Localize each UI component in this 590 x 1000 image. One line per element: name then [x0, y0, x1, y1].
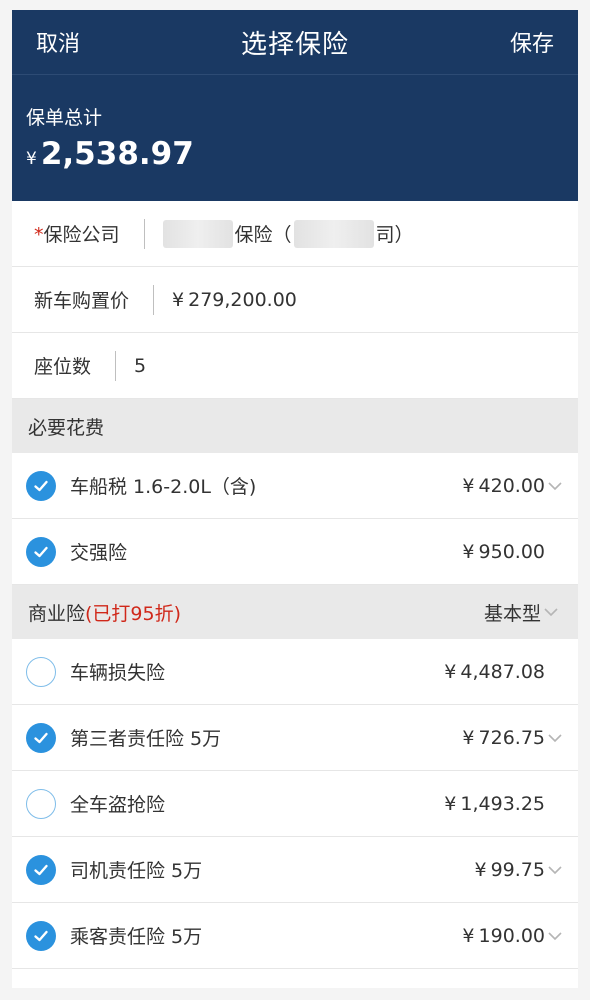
check-circle-icon[interactable] — [26, 536, 56, 567]
save-button[interactable]: 保存 — [510, 26, 554, 58]
commercial-insurance-label: 商业险 — [28, 602, 86, 625]
commercial-insurance-title: 商业险(已打95折) — [28, 599, 181, 626]
chevron-down-icon[interactable] — [546, 477, 564, 495]
insurance-item-price: ¥726.75 — [462, 727, 545, 749]
field-divider — [143, 218, 145, 249]
new-car-price-value[interactable]: ¥279,200.00 — [172, 289, 297, 311]
insurance-item[interactable]: 司机责任险 5万 ¥99.75 — [12, 837, 578, 903]
insurance-item-amount: 190.00 — [478, 924, 545, 947]
insurance-company-text-2: 司） — [375, 224, 414, 246]
chevron-down-icon[interactable] — [546, 927, 564, 945]
insurance-item-amount: 950.00 — [478, 540, 545, 563]
check-circle-icon[interactable] — [26, 722, 56, 753]
required-fees-header: 必要花费 — [12, 399, 578, 453]
commercial-insurance-list: 车辆损失险 ¥4,487.08 第三者责任险 5万 ¥726.75 全车盗抢险 ¥1,49… — [12, 639, 578, 969]
policy-total-panel: 保单总计 ¥ 2,538.97 — [12, 75, 578, 201]
seats-label: 座位数 — [34, 356, 92, 378]
insurance-item-price: ¥4,487.08 — [444, 661, 545, 683]
required-fees-list: 车船税 1.6-2.0L（含) ¥420.00 交强险 ¥950.00 — [12, 453, 578, 585]
currency-symbol: ¥ — [444, 792, 457, 815]
insurance-item-amount: 4,487.08 — [460, 660, 545, 683]
seats-row[interactable]: 座位数 5 — [12, 333, 578, 399]
empty-circle-icon[interactable] — [26, 788, 56, 819]
plan-selector-value: 基本型 — [483, 602, 541, 625]
currency-symbol: ¥ — [444, 660, 457, 683]
insurance-item-amount: 99.75 — [490, 858, 545, 881]
check-circle-icon[interactable] — [26, 470, 56, 501]
insurance-company-value[interactable]: 保险（ 司） — [162, 219, 416, 248]
insurance-item-price: ¥190.00 — [462, 925, 545, 947]
new-car-price-row[interactable]: 新车购置价 ¥279,200.00 — [12, 267, 578, 333]
required-fees-title: 必要花费 — [28, 416, 105, 439]
insurance-item-price: ¥1,493.25 — [444, 793, 545, 815]
insurance-company-label-text: 保险公司 — [43, 224, 120, 246]
insurance-item[interactable]: 乘客责任险 5万 ¥190.00 — [12, 903, 578, 969]
currency-symbol: ¥ — [462, 726, 475, 749]
insurance-item[interactable]: 交强险 ¥950.00 — [12, 519, 578, 585]
field-divider — [115, 350, 117, 381]
insurance-item[interactable]: 车辆损失险 ¥4,487.08 — [12, 639, 578, 705]
insurance-item[interactable]: 车船税 1.6-2.0L（含) ¥420.00 — [12, 453, 578, 519]
chevron-down-icon[interactable] — [546, 729, 564, 747]
nav-bar: 取消 选择保险 保存 — [12, 10, 578, 75]
insurance-company-label: *保险公司 — [34, 220, 120, 247]
check-circle-icon[interactable] — [26, 920, 56, 951]
insurance-item-name: 司机责任险 5万 — [70, 860, 203, 882]
plan-selector[interactable]: 基本型 — [484, 599, 560, 626]
insurance-item-name: 车辆损失险 — [70, 662, 166, 684]
required-mark: * — [34, 224, 44, 246]
currency-symbol: ¥ — [26, 149, 37, 169]
new-car-price-amount: 279,200.00 — [188, 288, 297, 311]
app-screen: 取消 选择保险 保存 保单总计 ¥ 2,538.97 *保险公司 保险（ 司） … — [12, 10, 578, 988]
currency-symbol: ¥ — [462, 540, 475, 563]
insurance-item-amount: 420.00 — [478, 474, 545, 497]
insurance-item-name: 第三者责任险 5万 — [70, 728, 222, 750]
discount-note: (已打95折) — [85, 602, 182, 625]
redacted-block — [293, 219, 374, 248]
insurance-item-price: ¥950.00 — [462, 541, 545, 563]
insurance-item-name: 乘客责任险 5万 — [70, 926, 203, 948]
insurance-item-name: 车船税 1.6-2.0L（含) — [70, 476, 257, 498]
insurance-item-name: 全车盗抢险 — [70, 794, 166, 816]
seats-value[interactable]: 5 — [134, 355, 146, 377]
insurance-item[interactable]: 全车盗抢险 ¥1,493.25 — [12, 771, 578, 837]
insurance-item-name: 交强险 — [70, 542, 128, 564]
policy-total-line: ¥ 2,538.97 — [26, 136, 578, 172]
insurance-company-row[interactable]: *保险公司 保险（ 司） — [12, 201, 578, 267]
redacted-block — [162, 219, 233, 248]
cancel-button[interactable]: 取消 — [36, 26, 80, 58]
policy-total-amount: 2,538.97 — [40, 136, 194, 172]
currency-symbol: ¥ — [462, 474, 475, 497]
insurance-item-amount: 726.75 — [478, 726, 545, 749]
field-divider — [153, 284, 155, 315]
chevron-down-icon — [542, 603, 560, 621]
insurance-item-price: ¥99.75 — [475, 859, 546, 881]
insurance-item[interactable]: 第三者责任险 5万 ¥726.75 — [12, 705, 578, 771]
new-car-price-label: 新车购置价 — [34, 290, 130, 312]
policy-total-label: 保单总计 — [26, 107, 103, 129]
currency-symbol: ¥ — [172, 288, 185, 311]
empty-circle-icon[interactable] — [26, 656, 56, 687]
check-circle-icon[interactable] — [26, 854, 56, 885]
page-title: 选择保险 — [240, 29, 349, 60]
chevron-down-icon[interactable] — [546, 861, 564, 879]
insurance-item-amount: 1,493.25 — [460, 792, 545, 815]
commercial-insurance-header: 商业险(已打95折) 基本型 — [12, 585, 578, 639]
currency-symbol: ¥ — [474, 858, 487, 881]
insurance-company-text-1: 保险（ — [234, 224, 292, 246]
currency-symbol: ¥ — [462, 924, 475, 947]
insurance-item-price: ¥420.00 — [462, 475, 545, 497]
